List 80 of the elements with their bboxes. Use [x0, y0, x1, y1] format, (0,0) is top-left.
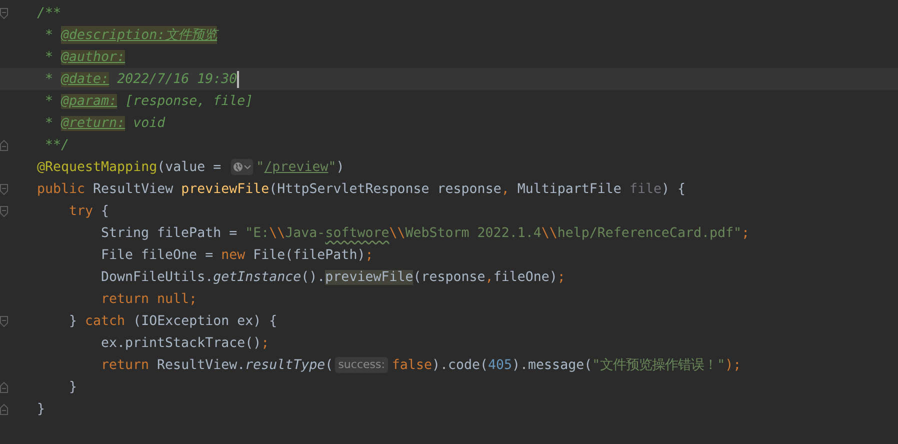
code-token: (IOException ex) { [133, 314, 278, 328]
code-token: \\ [389, 226, 406, 240]
code-token: previewFile [181, 182, 270, 196]
code-token: [response, file] [124, 94, 254, 108]
code-token: " [328, 160, 336, 174]
fold-icon[interactable] [0, 382, 9, 392]
code-token: file [629, 182, 662, 196]
code-token: DownFileUtils. [101, 270, 214, 284]
fold-icon[interactable] [0, 8, 9, 18]
globe-icon[interactable] [231, 159, 254, 175]
code-token: /preview [264, 160, 328, 174]
code-token: fileOne) [493, 270, 558, 284]
code-token: resultType [245, 358, 326, 372]
code-token: } [69, 380, 78, 394]
code-token: help/ReferenceCard.pdf" [557, 226, 742, 240]
code-token: (response [413, 270, 486, 284]
code-token: (). [301, 270, 326, 284]
code-token: ex.printStackTrace() [101, 336, 262, 350]
code-token: { [101, 204, 110, 218]
code-token: WebStorm 2022.1.4 [405, 226, 542, 240]
code-token: (value = [157, 160, 222, 174]
code-token: return [101, 358, 150, 372]
code-token: ) { [661, 182, 686, 196]
code-token: ResultView. [157, 358, 246, 372]
code-token: previewFile [325, 270, 414, 284]
code-token: , [485, 270, 494, 284]
code-token: } [69, 314, 78, 328]
fold-icon[interactable] [0, 184, 9, 194]
code-token: false [392, 358, 432, 372]
code-token: ; [261, 336, 270, 350]
code-token: ( [325, 358, 334, 372]
code-token: ResultView [93, 182, 174, 196]
code-token: (HttpServletResponse response [269, 182, 502, 196]
code-token: ); [725, 358, 742, 372]
code-token: @date: [61, 72, 110, 86]
code-token: @param: [61, 94, 118, 108]
code-token: \\ [269, 226, 286, 240]
code-token: } [37, 402, 46, 416]
code-token: @author: [61, 50, 126, 64]
code-token: getInstance [213, 270, 302, 284]
code-token: @RequestMapping [37, 160, 158, 174]
fold-icon[interactable] [0, 404, 9, 414]
code-token: return null; [101, 292, 198, 306]
code-token: " [256, 160, 264, 174]
code-token: ; [365, 248, 374, 262]
parameter-hint: success: [335, 357, 388, 373]
code-token: * [45, 28, 54, 42]
code-token: ) [336, 160, 344, 174]
fold-icon[interactable] [0, 316, 9, 326]
code-token: @description:文件预览 [61, 26, 218, 44]
fold-icon[interactable] [0, 206, 9, 216]
code-token: Java- [285, 226, 326, 240]
code-token: try [69, 204, 94, 218]
code-token: /** [37, 6, 62, 20]
code-token: * [45, 116, 54, 130]
code-token: void [132, 116, 166, 130]
code-token: ).code( [432, 358, 488, 372]
code-token: new [221, 248, 246, 262]
code-token: \\ [541, 226, 558, 240]
code-token: "文件预览操作错误！" [592, 356, 726, 374]
code-token: String filePath = [101, 226, 238, 240]
code-token: **/ [45, 138, 70, 152]
code-token: * [45, 94, 54, 108]
code-token: softwore [325, 226, 390, 240]
code-token: File fileOne = [101, 248, 214, 262]
code-token: ; [557, 270, 566, 284]
code-token: "E: [245, 226, 270, 240]
code-token: catch [85, 314, 126, 328]
code-token: , [501, 182, 510, 196]
code-token: * [45, 50, 54, 64]
code-token: MultipartFile [517, 182, 622, 196]
code-token: @return: [61, 116, 126, 130]
code-token: * [45, 72, 54, 86]
code-token: File(filePath) [253, 248, 366, 262]
code-token: 405 [488, 358, 512, 372]
code-token: 2022/7/16 19:30 [116, 72, 238, 86]
fold-icon[interactable] [0, 140, 9, 150]
code-token: ; [741, 226, 750, 240]
code-token: ).message( [512, 358, 592, 372]
code-token: public [37, 182, 86, 196]
